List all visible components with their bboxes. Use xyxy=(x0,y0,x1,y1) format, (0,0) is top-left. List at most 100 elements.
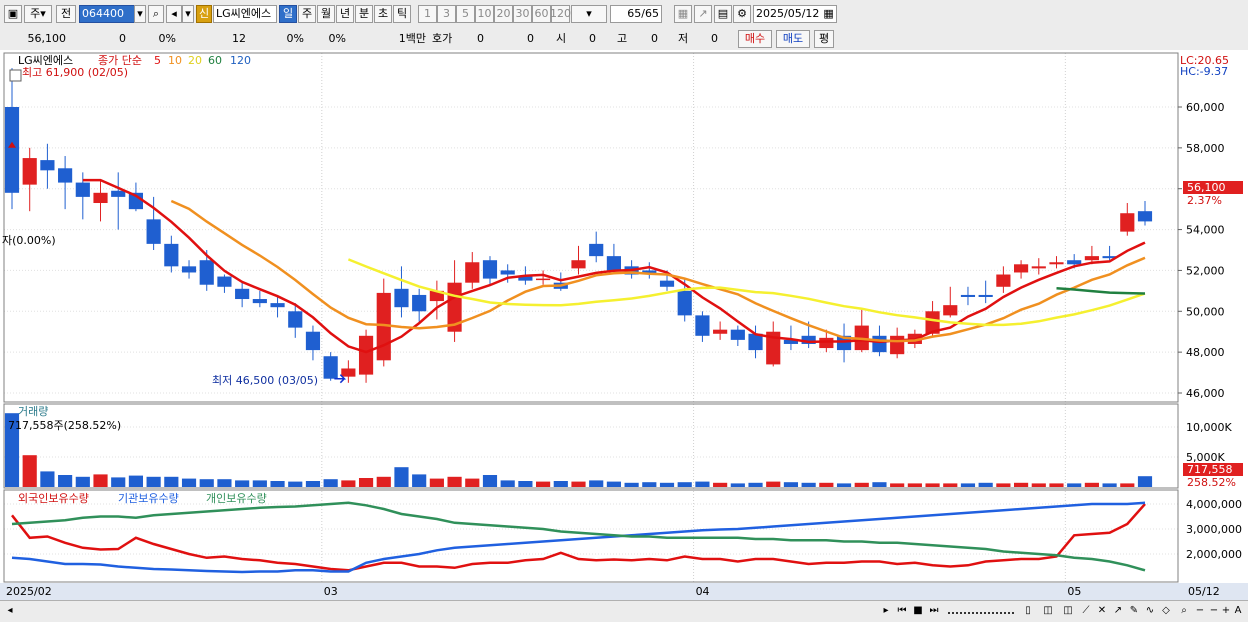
candle-body-49 xyxy=(872,335,887,353)
scroll-right-icon[interactable]: ▸ xyxy=(880,604,892,618)
chart-area[interactable]: 60,00058,00056,00054,00052,00050,00048,0… xyxy=(0,50,1248,621)
pencil-icon[interactable]: ✎ xyxy=(1128,604,1140,618)
draw-icon[interactable]: ↗ xyxy=(694,5,712,23)
bottom-scrollbar[interactable]: ◂ ▸ ⏮ ■ ⏭ ▯ ◫ ◫ ⟋ ✕ ↗ ✎ ∿ ◇ ⌕ − − + A xyxy=(0,600,1248,622)
candle-body-39 xyxy=(695,315,710,336)
count-field[interactable]: 65/65 xyxy=(610,5,662,23)
rewind-icon[interactable]: ⏮ xyxy=(896,604,908,618)
volume-bar-62 xyxy=(1102,483,1117,487)
interval-tab-3[interactable]: 3 xyxy=(437,5,456,23)
copy-icon[interactable]: ◫ xyxy=(1062,604,1074,618)
current-price-tag: 56,100 xyxy=(1187,181,1226,194)
interval-tab-20[interactable]: 20 xyxy=(494,5,513,23)
sell-button[interactable]: 매도 xyxy=(776,30,810,48)
candle-body-27 xyxy=(482,260,498,279)
stock-code-input[interactable]: 064400 xyxy=(79,5,135,23)
candle-body-61 xyxy=(1084,256,1099,261)
candle-body-4 xyxy=(75,182,90,197)
speaker-dropdown-icon[interactable]: ▾ xyxy=(182,5,194,23)
stock-chart[interactable]: 60,00058,00056,00054,00052,00050,00048,0… xyxy=(0,50,1248,600)
volume-bar-47 xyxy=(836,483,852,487)
credit-badge[interactable]: 신 xyxy=(196,5,212,23)
fast-forward-icon[interactable]: ⏭ xyxy=(928,604,940,618)
prev-button[interactable]: 전 xyxy=(56,5,76,23)
volume-bar-33 xyxy=(589,480,604,487)
high-value: 0 xyxy=(651,32,658,45)
candle-body-8 xyxy=(146,219,161,244)
interval-tab-5[interactable]: 5 xyxy=(456,5,475,23)
compare-icon[interactable]: ◫ xyxy=(1042,604,1054,618)
cross-icon[interactable]: ✕ xyxy=(1096,604,1108,618)
volume-bar-16 xyxy=(288,481,303,487)
volume-bar-37 xyxy=(659,482,675,487)
candle-body-54 xyxy=(960,294,976,297)
market-select[interactable]: 주 ▾ xyxy=(24,5,52,23)
interval-dropdown-icon[interactable]: ▾ xyxy=(571,5,607,23)
volume-bar-30 xyxy=(536,481,551,487)
x-axis-label-3: 05 xyxy=(1067,585,1081,598)
volume-bar-25 xyxy=(447,476,462,487)
volume-bar-58 xyxy=(1031,483,1046,487)
candle-body-64 xyxy=(1137,211,1153,222)
period-tab-0[interactable]: 일 xyxy=(279,5,297,23)
period-tab-6[interactable]: 틱 xyxy=(393,5,411,23)
shape-icon[interactable]: ◇ xyxy=(1160,604,1172,618)
volume-current-tag: 717,558 xyxy=(1187,463,1233,476)
speaker-icon[interactable]: ◂ xyxy=(166,5,182,23)
interval-tab-120[interactable]: 120 xyxy=(550,5,571,23)
buy-button[interactable]: 매수 xyxy=(738,30,772,48)
price-change: 0 xyxy=(119,32,126,45)
left-side-label: 자(0.00%) xyxy=(2,234,56,247)
period-tab-4[interactable]: 분 xyxy=(355,5,373,23)
volume-bar-28 xyxy=(500,480,515,487)
code-dropdown-icon[interactable]: ▾ xyxy=(134,5,146,23)
layout-icon[interactable]: ▯ xyxy=(1022,604,1034,618)
interval-tab-60[interactable]: 60 xyxy=(532,5,551,23)
min-price-annotation: 최저 46,500 (03/05) xyxy=(212,374,318,387)
grid-icon[interactable]: ▦ xyxy=(674,5,692,23)
volume-bar-15 xyxy=(270,481,285,487)
zoom-slider[interactable] xyxy=(948,604,1014,614)
minus-icon[interactable]: − xyxy=(1208,604,1220,618)
volume-title: 거래량 xyxy=(18,405,48,418)
volume-bar-13 xyxy=(235,480,250,487)
max-price-annotation: 최고 61,900 (02/05) xyxy=(22,66,128,79)
period-tab-1[interactable]: 주 xyxy=(298,5,316,23)
candle-body-18 xyxy=(323,356,338,379)
price-tick-label-5: 50,000 xyxy=(1186,305,1225,318)
candle-body-10 xyxy=(181,266,197,273)
scroll-left-icon[interactable]: ◂ xyxy=(4,604,16,618)
volume-bar-42 xyxy=(748,482,763,487)
interval-tab-1[interactable]: 1 xyxy=(418,5,437,23)
zoom-out-icon[interactable]: − xyxy=(1194,604,1206,618)
gear-icon[interactable]: ⚙ xyxy=(733,5,751,23)
interval-tab-30[interactable]: 30 xyxy=(513,5,532,23)
arrow-tool-icon[interactable]: ↗ xyxy=(1112,604,1124,618)
period-tab-3[interactable]: 년 xyxy=(336,5,354,23)
period-tab-2[interactable]: 월 xyxy=(317,5,335,23)
legend-ma120: 120 xyxy=(230,54,251,67)
wave-icon[interactable]: ∿ xyxy=(1144,604,1156,618)
calendar-icon[interactable]: ▦ xyxy=(823,6,833,22)
interval-tab-10[interactable]: 10 xyxy=(475,5,494,23)
plus-icon[interactable]: + xyxy=(1220,604,1232,618)
legend-individual: 개인보유수량 xyxy=(206,492,267,505)
volume-bar-1 xyxy=(22,455,37,487)
x-axis-label-0: 2025/02 xyxy=(6,585,52,598)
stop-icon[interactable]: ■ xyxy=(912,604,924,618)
font-size-icon[interactable]: A xyxy=(1232,604,1244,618)
volume-bar-26 xyxy=(465,478,480,487)
chart-settings-icon[interactable]: ▣ xyxy=(4,5,22,23)
save-icon[interactable]: ▤ xyxy=(714,5,732,23)
volume-current-pct: 258.52% xyxy=(1187,476,1236,489)
date-field[interactable]: 2025/05/12 ▦ xyxy=(753,5,837,23)
volume-bar-12 xyxy=(217,479,232,487)
zoom-icon[interactable]: ⌕ xyxy=(1178,604,1190,618)
search-icon[interactable]: ⌕ xyxy=(148,5,164,23)
volume-bar-14 xyxy=(252,480,267,487)
period-tab-5[interactable]: 초 xyxy=(374,5,392,23)
candle-body-3 xyxy=(58,168,73,183)
legend-ma10: 10 xyxy=(168,54,182,67)
line-tool-icon[interactable]: ⟋ xyxy=(1080,604,1092,618)
eval-button[interactable]: 평 xyxy=(814,30,834,48)
